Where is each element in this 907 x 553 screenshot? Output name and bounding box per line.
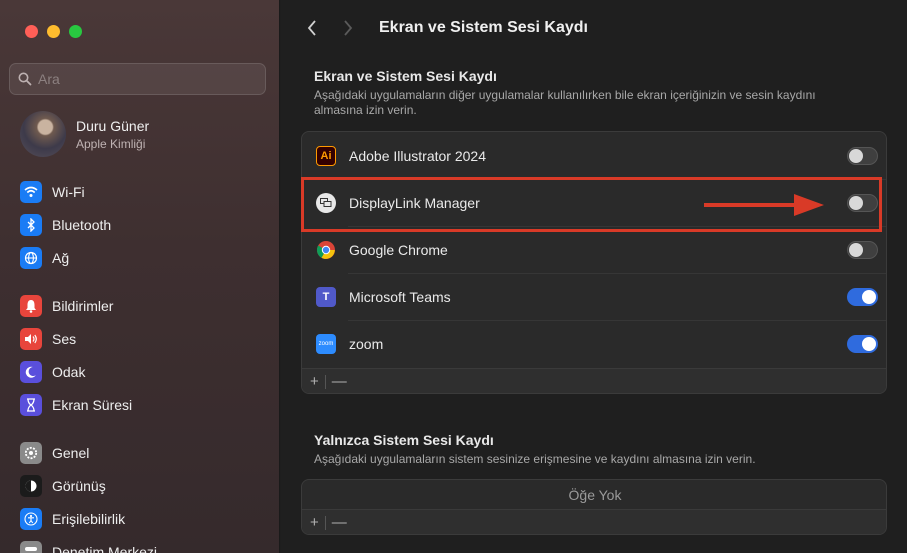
speaker-icon [20,328,42,350]
sidebar-item-label: Bluetooth [52,217,112,233]
add-audio-app-button[interactable]: + [310,514,319,531]
appearance-icon [20,475,42,497]
search-input[interactable] [38,71,238,87]
toggle-teams[interactable] [847,287,878,306]
toolbar: Ekran ve Sistem Sesi Kaydı [303,16,588,40]
sidebar-item-focus[interactable]: Odak [20,361,85,383]
audio-apps-edit-bar: + — [302,509,886,534]
illustrator-icon: Ai [316,145,336,166]
search-field[interactable] [9,63,266,95]
gear-icon [20,442,42,464]
chevron-left-icon [307,20,316,36]
sidebar-item-label: Ses [52,331,77,347]
minimize-window-button[interactable] [47,25,60,38]
avatar [20,111,66,157]
app-name: Adobe Illustrator 2024 [349,147,486,164]
sidebar-item-appearance[interactable]: Görünüş [20,475,106,497]
sidebar-item-label: Görünüş [52,478,106,494]
accessibility-icon [20,508,42,530]
sidebar-item-bluetooth[interactable]: Bluetooth [20,214,111,236]
user-subtitle: Apple Kimliği [76,136,146,151]
search-icon [18,72,32,86]
remove-app-button[interactable]: — [332,373,347,390]
zoom-window-button[interactable] [69,25,82,38]
teams-icon: T [316,286,336,307]
app-name: Google Chrome [349,241,448,258]
audio-section-title: Yalnızca Sistem Sesi Kaydı [314,432,494,448]
add-app-button[interactable]: + [310,373,319,390]
app-name: zoom [349,335,384,352]
wifi-icon [20,181,42,203]
audio-apps-panel: Öğe Yok + — [301,479,887,535]
app-name: DisplayLink Manager [349,194,480,211]
sidebar-item-label: Erişilebilirlik [52,511,126,527]
chrome-icon [316,240,336,260]
app-row-teams: T Microsoft Teams [302,273,886,320]
globe-icon [20,247,42,269]
bell-icon [20,295,42,317]
screen-section-description: Aşağıdaki uygulamaların diğer uygulamala… [314,88,816,117]
sidebar-item-label: Ağ [52,250,70,266]
page-title: Ekran ve Sistem Sesi Kaydı [379,19,588,36]
sidebar-item-notifications[interactable]: Bildirimler [20,295,113,317]
zoom-icon: zoom [316,333,336,354]
toggle-displaylink[interactable] [847,193,878,212]
toggle-zoom[interactable] [847,334,878,353]
sidebar-item-accessibility[interactable]: Erişilebilirlik [20,508,125,530]
app-name: Microsoft Teams [349,288,451,305]
sidebar-item-sound[interactable]: Ses [20,328,76,350]
close-window-button[interactable] [25,25,38,38]
forward-button[interactable] [339,16,357,40]
back-button[interactable] [303,16,321,40]
audio-section-description: Aşağıdaki uygulamaların sistem sesinize … [314,452,756,466]
window-controls [25,25,82,38]
bluetooth-icon [20,214,42,236]
displaylink-icon [316,192,336,213]
main-content: Ekran ve Sistem Sesi Kaydı Ekran ve Sist… [281,0,907,553]
app-row-chrome: Google Chrome [302,226,886,273]
sidebar-item-screen-time[interactable]: Ekran Süresi [20,394,132,416]
sidebar-item-label: Denetim Merkezi [52,544,158,553]
toggle-illustrator[interactable] [847,146,878,165]
user-account-item[interactable]: Duru Güner Apple Kimliği [20,111,149,157]
screen-section-title: Ekran ve Sistem Sesi Kaydı [314,68,497,84]
sidebar: Duru Güner Apple Kimliği Wi-Fi Bluetooth… [0,0,280,553]
toggle-chrome[interactable] [847,240,878,259]
screen-apps-edit-bar: + — [302,368,886,393]
user-name: Duru Güner [76,117,150,134]
sidebar-item-label: Bildirimler [52,298,114,314]
sidebar-item-label: Odak [52,364,86,380]
hourglass-icon [20,394,42,416]
remove-audio-app-button[interactable]: — [332,514,347,531]
sidebar-item-wifi[interactable]: Wi-Fi [20,181,85,203]
moon-icon [20,361,42,383]
sidebar-item-control-center[interactable]: Denetim Merkezi [20,541,157,553]
sidebar-item-network[interactable]: Ağ [20,247,69,269]
empty-list-label: Öğe Yok [568,486,622,503]
sidebar-item-label: Genel [52,445,90,461]
chevron-right-icon [344,20,353,36]
app-row-zoom: zoom zoom [302,320,886,367]
screen-apps-panel: Ai Adobe Illustrator 2024 DisplayLink Ma… [301,131,887,394]
sidebar-item-label: Ekran Süresi [52,397,133,413]
control-center-icon [20,541,42,553]
sidebar-item-general[interactable]: Genel [20,442,89,464]
arrow-icon [704,194,824,216]
sidebar-item-label: Wi-Fi [52,184,85,200]
app-row-illustrator: Ai Adobe Illustrator 2024 [302,132,886,179]
